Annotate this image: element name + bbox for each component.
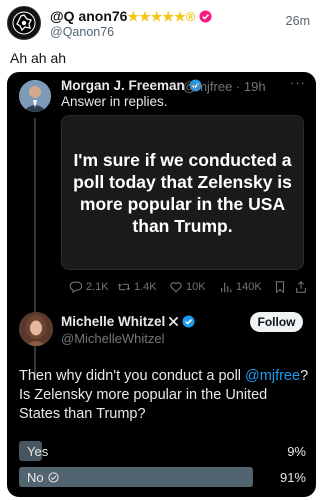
views-button[interactable]: 140K: [219, 280, 262, 294]
parent-author-name-text: Morgan J. Freeman: [61, 78, 185, 93]
views-icon: [221, 282, 232, 293]
parent-tweet-text: Answer in replies.: [61, 94, 168, 109]
poll-label-no: No: [27, 470, 59, 485]
parent-author-avatar[interactable]: [19, 80, 51, 112]
outer-author-badges: ★★★★★®: [127, 9, 196, 24]
reply-author-name[interactable]: Michelle Whitzel: [61, 314, 195, 329]
outer-author-handle[interactable]: @Qanon76: [50, 25, 114, 39]
outer-author-avatar[interactable]: [7, 6, 41, 40]
reply-button[interactable]: 2.1K: [69, 280, 109, 294]
repost-icon: [117, 283, 131, 291]
outer-post-text: Ah ah ah: [10, 50, 67, 66]
share-icon: [296, 281, 306, 293]
parent-tweet-image[interactable]: I'm sure if we conducted a poll today th…: [61, 115, 304, 270]
reply-icon: [69, 281, 83, 294]
profile-logo-icon: [12, 11, 36, 35]
person-photo-icon: [19, 312, 53, 346]
like-button[interactable]: 10K: [169, 280, 206, 294]
views-count: 140K: [236, 281, 262, 293]
more-options-icon[interactable]: ···: [290, 75, 306, 90]
outer-author-name-text: @Q anon76: [50, 8, 128, 24]
repost-count: 1.4K: [134, 281, 157, 293]
like-icon: [170, 282, 182, 293]
parent-action-bar: 2.1K 1.4K 10K 140K: [61, 280, 311, 300]
reply-text: Then why didn't you conduct a poll @mjfr…: [19, 367, 309, 424]
like-count: 10K: [186, 281, 206, 293]
person-photo-icon: [19, 80, 51, 112]
outer-author-name[interactable]: @Q anon76★★★★★®: [50, 8, 212, 25]
poll-percent-yes: 9%: [287, 444, 306, 459]
verified-icon: [182, 315, 195, 328]
bookmark-button[interactable]: [273, 280, 287, 294]
reply-text-before: Then why didn't you conduct a poll: [19, 368, 246, 384]
poll-label-yes: Yes: [27, 444, 48, 459]
bookmark-icon: [275, 281, 285, 294]
check-circle-icon: [48, 472, 59, 483]
poll-label-yes-text: Yes: [27, 444, 49, 459]
parent-handle-time[interactable]: @mjfree · 19h: [183, 79, 266, 94]
repost-button[interactable]: 1.4K: [117, 280, 157, 294]
reply-author-name-text: Michelle Whitzel: [61, 314, 166, 329]
x-logo-icon: [169, 316, 179, 327]
outer-post-header: @Q anon76★★★★★® @Qanon76 26m: [0, 0, 319, 44]
share-button[interactable]: [294, 280, 308, 294]
poll-option-yes[interactable]: Yes 9%: [19, 441, 306, 461]
mention-link[interactable]: @mjfree: [245, 368, 300, 384]
outer-post-time[interactable]: 26m: [286, 14, 310, 28]
follow-button[interactable]: Follow: [250, 312, 303, 332]
quoted-image-card[interactable]: Morgan J. Freeman @mjfree · 19h ··· Answ…: [7, 72, 316, 497]
parent-author-name[interactable]: Morgan J. Freeman: [61, 78, 202, 93]
poll-option-no[interactable]: No 91%: [19, 467, 306, 487]
reply-author-handle[interactable]: @MichelleWhitzel: [61, 331, 165, 346]
poll-percent-no: 91%: [279, 470, 306, 485]
poll-label-no-text: No: [27, 470, 44, 485]
reply-author-avatar[interactable]: [19, 312, 53, 346]
parent-image-text: I'm sure if we conducted a poll today th…: [73, 149, 292, 236]
reply-count: 2.1K: [86, 281, 109, 293]
verified-pink-icon: [199, 10, 212, 23]
